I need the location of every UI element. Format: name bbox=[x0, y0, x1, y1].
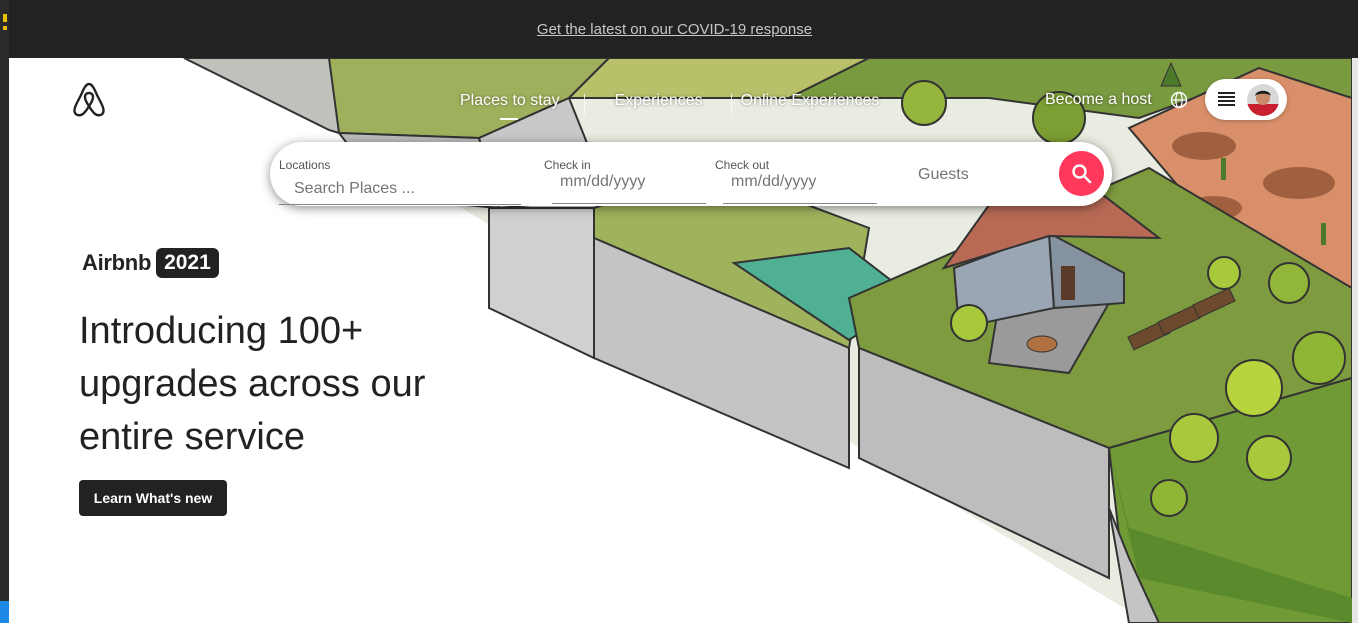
edge-marker bbox=[3, 26, 7, 30]
tab-places-to-stay[interactable]: Places to stay bbox=[460, 92, 560, 120]
search-icon bbox=[1072, 164, 1092, 184]
nav-divider bbox=[731, 94, 732, 114]
globe-icon[interactable] bbox=[1170, 91, 1188, 109]
user-avatar bbox=[1247, 84, 1279, 116]
search-bar: Locations Check in Check out Guests bbox=[270, 142, 1112, 206]
search-button[interactable] bbox=[1059, 151, 1104, 196]
brand-year-badge: 2021 bbox=[156, 248, 219, 278]
check-in-label: Check in bbox=[544, 158, 591, 172]
tab-online-experiences[interactable]: Online Experiences bbox=[741, 92, 880, 110]
check-out-input[interactable] bbox=[731, 173, 871, 191]
covid-response-link[interactable]: Get the latest on our COVID-19 response bbox=[537, 21, 812, 38]
hero-headline: Introducing 100+ upgrades across our ent… bbox=[79, 310, 426, 458]
nav-divider bbox=[584, 94, 585, 114]
tab-label: Experiences bbox=[614, 92, 703, 109]
menu-icon bbox=[1218, 92, 1235, 106]
field-underline bbox=[552, 203, 706, 204]
edge-tab bbox=[0, 601, 9, 623]
scrollbar-track[interactable] bbox=[1352, 58, 1358, 623]
guests-selector[interactable]: Guests bbox=[918, 166, 969, 184]
location-input[interactable] bbox=[294, 180, 514, 198]
field-underline bbox=[279, 204, 521, 205]
main-nav: Places to stay Experiences Online Experi… bbox=[460, 92, 880, 120]
user-menu-button[interactable] bbox=[1205, 79, 1287, 120]
active-tab-indicator bbox=[500, 118, 518, 120]
tab-label: Online Experiences bbox=[740, 92, 880, 109]
become-a-host-link[interactable]: Become a host bbox=[1045, 91, 1152, 109]
tab-experiences[interactable]: Experiences bbox=[615, 92, 703, 110]
announcement-bar: Get the latest on our COVID-19 response bbox=[9, 0, 1358, 58]
location-label: Locations bbox=[279, 158, 331, 172]
left-window-edge bbox=[0, 0, 9, 623]
airbnb-logo-icon[interactable] bbox=[71, 80, 107, 118]
check-out-label: Check out bbox=[715, 158, 770, 172]
edge-marker bbox=[3, 14, 7, 22]
learn-whats-new-button[interactable]: Learn What's new bbox=[79, 480, 227, 516]
brand-name: Airbnb bbox=[82, 250, 152, 275]
hero-page: Places to stay Experiences Online Experi… bbox=[9, 58, 1352, 623]
check-in-input[interactable] bbox=[560, 173, 700, 191]
tab-label: Places to stay bbox=[460, 92, 560, 109]
field-underline bbox=[723, 203, 877, 204]
brand-badge: Airbnb 2021 bbox=[82, 248, 219, 278]
